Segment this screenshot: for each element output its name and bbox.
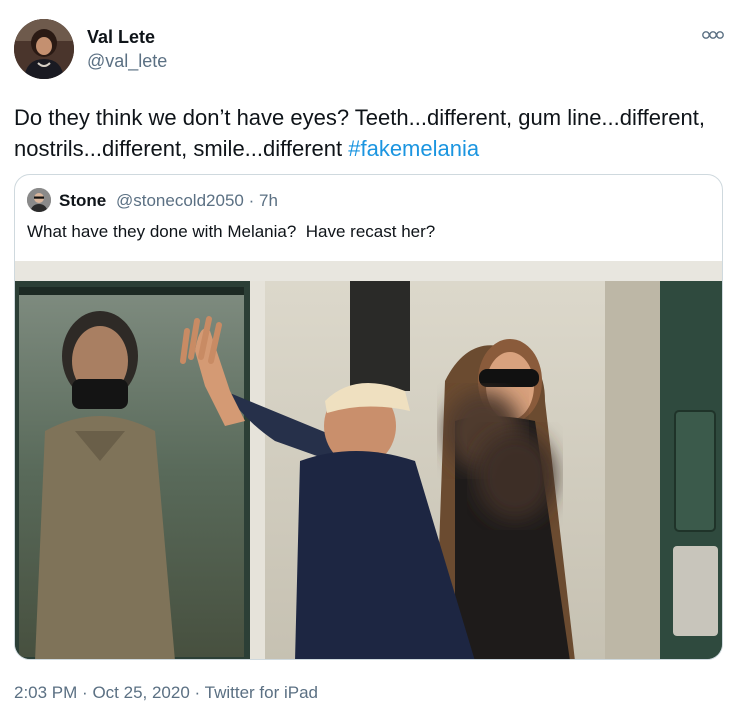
- quoted-author-name[interactable]: Stone: [59, 191, 106, 211]
- more-options-icon: [702, 31, 724, 39]
- tweet-text: Do they think we don’t have eyes? Teeth.…: [14, 102, 714, 164]
- tweet-time[interactable]: 2:03 PM: [14, 683, 77, 702]
- author-handle[interactable]: @val_lete: [87, 51, 167, 72]
- author-avatar[interactable]: [14, 19, 74, 79]
- tweet-footer: 2:03 PM · Oct 25, 2020 · Twitter for iPa…: [14, 683, 318, 703]
- quoted-time[interactable]: 7h: [259, 191, 278, 210]
- quoted-avatar-image: [27, 188, 51, 212]
- author-avatar-image: [14, 19, 74, 79]
- photo-helicopter-scene: [15, 261, 722, 659]
- quoted-author-avatar[interactable]: [27, 188, 51, 212]
- footer-separator-2: ·: [194, 683, 201, 702]
- tweet-source[interactable]: Twitter for iPad: [205, 683, 318, 702]
- quoted-tweet-text: What have they done with Melania? Have r…: [27, 222, 436, 241]
- footer-separator-1: ·: [82, 683, 88, 702]
- quoted-tweet-card[interactable]: Stone @stonecold2050 · 7h What have they…: [14, 174, 723, 660]
- more-options-button[interactable]: [698, 28, 728, 42]
- quoted-tweet-photo[interactable]: [15, 261, 722, 659]
- quoted-meta: @stonecold2050 · 7h: [116, 191, 278, 211]
- tweet-date[interactable]: Oct 25, 2020: [92, 683, 189, 702]
- meta-separator: ·: [248, 191, 255, 210]
- author-name[interactable]: Val Lete: [87, 27, 155, 48]
- hashtag-link[interactable]: #fakemelania: [348, 136, 479, 161]
- quoted-author-handle[interactable]: @stonecold2050: [116, 191, 244, 210]
